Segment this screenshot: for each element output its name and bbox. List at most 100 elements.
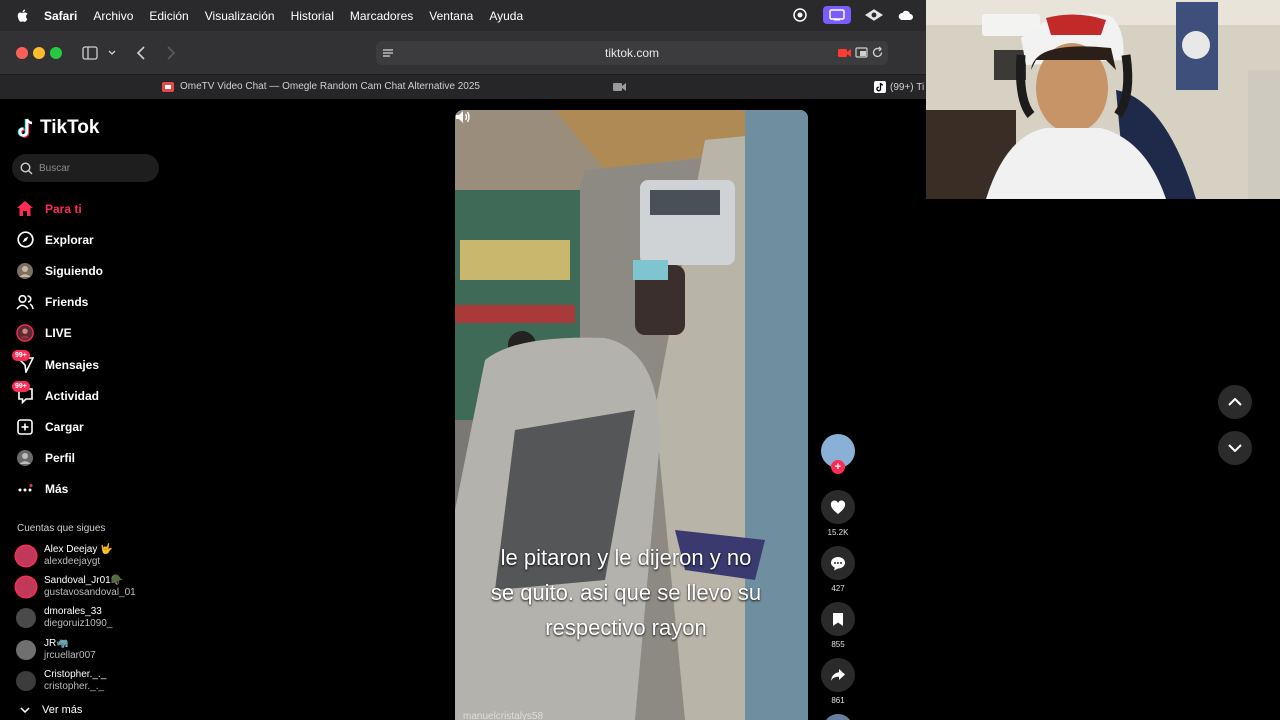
- zoom-window-button[interactable]: [50, 47, 62, 59]
- menu-historial[interactable]: Historial: [291, 9, 334, 23]
- camera-in-use-icon[interactable]: [838, 47, 852, 59]
- like-button[interactable]: [821, 490, 855, 524]
- see-more-link[interactable]: Ver más: [20, 704, 82, 716]
- video-author-handle[interactable]: manuelcristalys58: [463, 711, 543, 720]
- nav-cargar[interactable]: Cargar: [16, 411, 103, 442]
- menu-marcadores[interactable]: Marcadores: [350, 9, 413, 23]
- video-caption: le pitaron y le dijeron y no se quito. a…: [461, 540, 791, 645]
- sidebar-toggle-icon[interactable]: [82, 46, 98, 60]
- following-item[interactable]: dmorales_33 diegoruiz1090_: [16, 603, 136, 634]
- following-name: Cristopher._._: [44, 669, 107, 681]
- nav-label: Más: [45, 482, 69, 497]
- nav-actividad[interactable]: 99+ Actividad: [12, 380, 103, 411]
- follow-plus-icon[interactable]: +: [831, 460, 845, 474]
- nav-para-ti[interactable]: Para ti: [16, 193, 103, 224]
- main-nav: Para ti Explorar Siguiendo Friends LIVE …: [12, 193, 103, 505]
- nav-explorar[interactable]: Explorar: [16, 224, 103, 255]
- close-window-button[interactable]: [16, 47, 28, 59]
- menu-ayuda[interactable]: Ayuda: [489, 9, 523, 23]
- tab-camera-icon[interactable]: [613, 82, 627, 92]
- minimize-window-button[interactable]: [33, 47, 45, 59]
- nav-friends[interactable]: Friends: [16, 287, 103, 318]
- search-input[interactable]: [39, 162, 149, 174]
- chevron-down-icon[interactable]: [108, 50, 116, 56]
- home-icon: [16, 200, 34, 218]
- status-circle-icon[interactable]: [791, 6, 809, 24]
- menu-archivo[interactable]: Archivo: [93, 9, 133, 23]
- webcam-overlay: [926, 0, 1280, 199]
- following-name: Alex Deejay 🤟: [44, 543, 113, 555]
- chevron-down-icon: [1228, 444, 1242, 452]
- activity-icon: 99+: [12, 380, 34, 405]
- nav-perfil[interactable]: Perfil: [16, 443, 103, 474]
- nav-label: Mensajes: [45, 357, 100, 372]
- menu-safari[interactable]: Safari: [44, 9, 77, 23]
- tab-bar: OmeTV Video Chat — Omegle Random Cam Cha…: [0, 75, 926, 99]
- following-name: dmorales_33: [44, 606, 102, 618]
- see-more-label: Ver más: [42, 704, 83, 716]
- forward-icon[interactable]: [166, 46, 176, 60]
- nav-mas[interactable]: Más: [16, 474, 103, 505]
- sound-disc-icon[interactable]: [823, 714, 853, 720]
- tab-tiktok-title: (99+) Ti: [890, 81, 925, 93]
- heart-icon: [830, 499, 846, 514]
- picture-in-picture-icon[interactable]: [855, 47, 868, 59]
- address-text: tiktok.com: [604, 46, 659, 60]
- reload-icon[interactable]: [871, 46, 884, 59]
- chevron-down-icon: [20, 707, 30, 713]
- tiktok-logo[interactable]: TikTok: [16, 117, 99, 139]
- search-icon: [20, 161, 33, 174]
- tab-tiktok[interactable]: (99+) Ti: [874, 81, 924, 93]
- search-box[interactable]: [12, 154, 159, 182]
- messages-icon: 99+: [12, 349, 34, 374]
- menu-visualizacion[interactable]: Visualización: [205, 9, 275, 23]
- tiktok-logo-text: TikTok: [40, 117, 100, 138]
- page-menu-icon[interactable]: [382, 47, 394, 59]
- share-button[interactable]: [821, 658, 855, 692]
- action-rail: + 15.2K 427 855 861: [820, 434, 856, 720]
- tab-ometv[interactable]: OmeTV Video Chat — Omegle Random Cam Cha…: [162, 81, 480, 92]
- save-button[interactable]: [821, 602, 855, 636]
- nav-live[interactable]: LIVE: [16, 318, 103, 349]
- next-video-button[interactable]: [1218, 431, 1252, 465]
- following-item[interactable]: Sandoval_Jr01🪖 gustavosandoval_01: [16, 571, 136, 602]
- following-item[interactable]: Cristopher._._ cristopher._._: [16, 666, 136, 697]
- webcam-image: [926, 0, 1280, 199]
- nav-label: Actividad: [45, 388, 100, 403]
- like-count: 15.2K: [827, 528, 849, 537]
- following-icon: [16, 262, 34, 280]
- following-user: cristopher._._: [44, 681, 105, 693]
- save-count: 855: [831, 640, 845, 649]
- nav-label: Explorar: [45, 232, 94, 247]
- diamond-app-icon[interactable]: [865, 6, 883, 24]
- live-icon: [16, 324, 34, 343]
- author-avatar[interactable]: +: [821, 434, 855, 474]
- menu-edicion[interactable]: Edición: [149, 9, 188, 23]
- address-bar[interactable]: tiktok.com: [376, 41, 888, 65]
- comment-count: 427: [831, 584, 845, 593]
- browser-toolbar: tiktok.com: [0, 31, 926, 75]
- nav-label: Cargar: [45, 419, 84, 434]
- following-item[interactable]: Alex Deejay 🤟 alexdeejaygt: [16, 540, 136, 571]
- volume-icon[interactable]: [455, 110, 471, 124]
- activity-badge: 99+: [12, 380, 30, 392]
- upload-icon: [16, 418, 34, 436]
- share-count: 861: [831, 696, 845, 705]
- avatar: [16, 545, 36, 566]
- nav-label: LIVE: [45, 326, 72, 341]
- comment-button[interactable]: [821, 546, 855, 580]
- chevron-up-icon: [1228, 398, 1242, 406]
- menu-ventana[interactable]: Ventana: [429, 9, 473, 23]
- back-icon[interactable]: [136, 46, 146, 60]
- cloud-icon[interactable]: [897, 6, 915, 24]
- video-player[interactable]: le pitaron y le dijeron y no se quito. a…: [455, 110, 808, 720]
- nav-siguiendo[interactable]: Siguiendo: [16, 255, 103, 286]
- following-name: Sandoval_Jr01🪖: [44, 575, 124, 587]
- nav-mensajes[interactable]: 99+ Mensajes: [12, 349, 103, 380]
- nav-label: Para ti: [45, 201, 82, 216]
- tiktok-favicon-icon: [874, 81, 886, 93]
- previous-video-button[interactable]: [1218, 385, 1252, 419]
- screen-record-icon[interactable]: [823, 6, 851, 24]
- apple-icon[interactable]: [16, 8, 30, 23]
- following-item[interactable]: JR🦏 jrcuellar007: [16, 634, 136, 665]
